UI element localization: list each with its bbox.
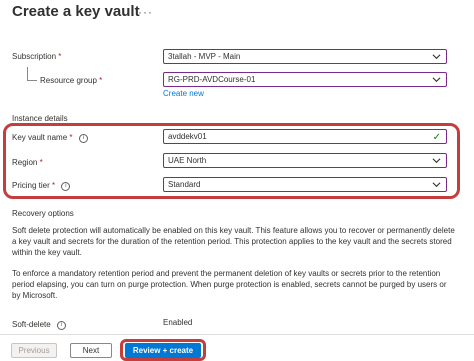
chevron-down-icon — [432, 158, 441, 164]
subscription-select[interactable]: 3tallah - MVP - Main — [163, 49, 447, 64]
required-mark: * — [52, 181, 56, 190]
create-new-link[interactable]: Create new — [163, 89, 204, 98]
check-icon: ✓ — [432, 132, 441, 143]
purge-protection-description: To enforce a mandatory retention period … — [12, 269, 447, 300]
review-create-button[interactable]: Review + create — [125, 343, 201, 358]
required-mark: * — [69, 133, 73, 142]
soft-delete-label: Soft-delete i — [12, 320, 66, 330]
recovery-options-heading: Recovery options — [12, 209, 74, 218]
key-vault-name-input[interactable]: avddekv01 ✓ — [163, 129, 447, 144]
page-title: Create a key vault — [12, 3, 140, 20]
next-button[interactable]: Next — [70, 343, 112, 358]
soft-delete-description: Soft delete protection will automaticall… — [12, 226, 455, 257]
footer-divider — [0, 334, 474, 335]
required-mark: * — [58, 52, 62, 61]
tree-connector-vertical — [27, 67, 28, 80]
resource-group-select[interactable]: RG-PRD-AVDCourse-01 — [163, 72, 447, 87]
chevron-down-icon — [432, 182, 441, 188]
subscription-label: Subscription * — [12, 52, 62, 61]
info-icon[interactable]: i — [61, 182, 71, 191]
previous-button[interactable]: Previous — [11, 343, 57, 358]
pricing-tier-select[interactable]: Standard — [163, 177, 447, 192]
region-select[interactable]: UAE North — [163, 153, 447, 168]
pricing-tier-label: Pricing tier * i — [12, 181, 71, 191]
soft-delete-value: Enabled — [163, 318, 193, 327]
info-icon[interactable]: i — [78, 134, 88, 143]
required-mark: * — [99, 76, 103, 85]
region-label: Region * — [12, 158, 43, 167]
required-mark: * — [39, 158, 43, 167]
instance-details-heading: Instance details — [12, 114, 68, 123]
chevron-down-icon — [432, 54, 441, 60]
info-icon[interactable]: i — [56, 321, 66, 330]
chevron-down-icon — [432, 77, 441, 83]
resource-group-label: Resource group * — [40, 76, 103, 85]
more-options-icon[interactable]: ··· — [138, 5, 153, 19]
key-vault-name-label: Key vault name * i — [12, 133, 88, 143]
tree-connector-horizontal — [27, 80, 37, 81]
